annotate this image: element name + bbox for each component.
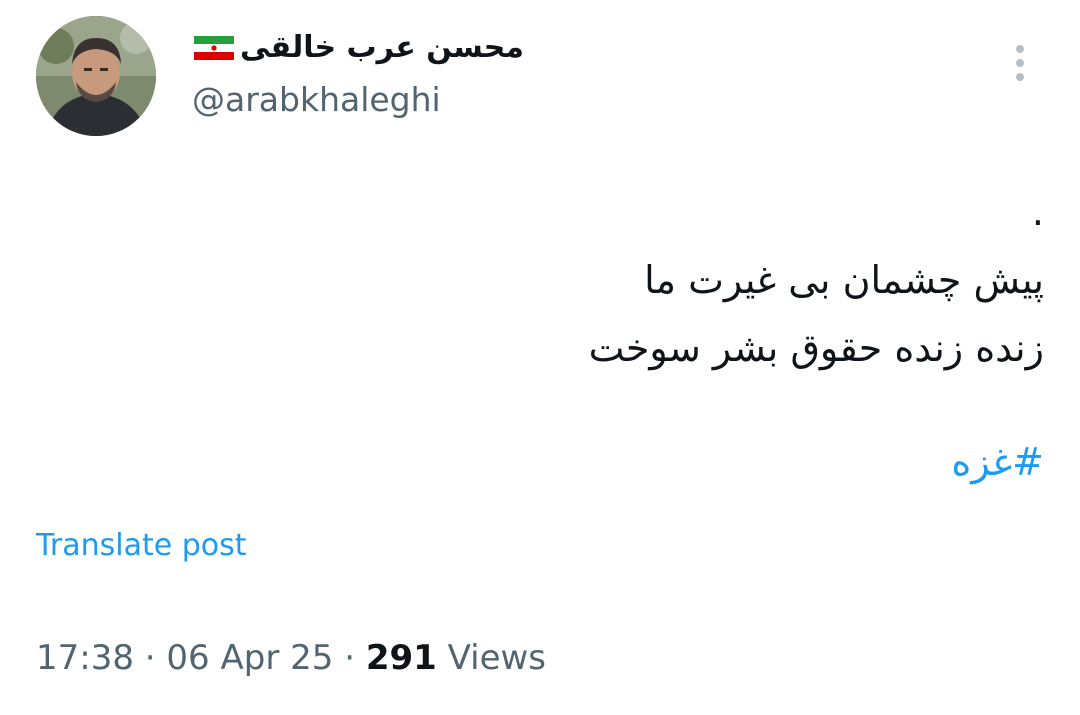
post-body-line: . — [1031, 190, 1044, 234]
post-date[interactable]: 06 Apr 25 — [166, 638, 333, 678]
post-body-line: زنده زنده حقوق بشر سوخت — [588, 326, 1044, 370]
post-body-line: پیش چشمان بی غیرت ما — [644, 258, 1044, 302]
views-count[interactable]: 291 — [366, 638, 437, 678]
more-vertical-icon — [1016, 45, 1024, 81]
tweet: محسن عرب خالقی @arabkhaleghi . پیش چشمان… — [0, 0, 1080, 715]
author-name-row[interactable]: محسن عرب خالقی — [192, 30, 524, 65]
post-time[interactable]: 17:38 — [36, 638, 134, 678]
post-metadata: 17:38 · 06 Apr 25 · 291 Views — [36, 638, 546, 678]
separator: · — [144, 638, 156, 678]
separator: · — [344, 638, 356, 678]
author-display-name[interactable]: محسن عرب خالقی — [240, 30, 524, 65]
hashtag-link[interactable]: #غزه — [951, 440, 1044, 484]
avatar[interactable] — [36, 16, 156, 136]
author-handle[interactable]: @arabkhaleghi — [192, 80, 441, 119]
views-label[interactable]: Views — [448, 638, 546, 678]
translate-post-link[interactable]: Translate post — [36, 528, 247, 563]
more-options-button[interactable] — [1000, 38, 1040, 88]
post-body: . پیش چشمان بی غیرت ما زنده زنده حقوق بش… — [144, 178, 1044, 382]
avatar-photo — [36, 16, 156, 136]
iran-flag-icon — [192, 33, 236, 63]
